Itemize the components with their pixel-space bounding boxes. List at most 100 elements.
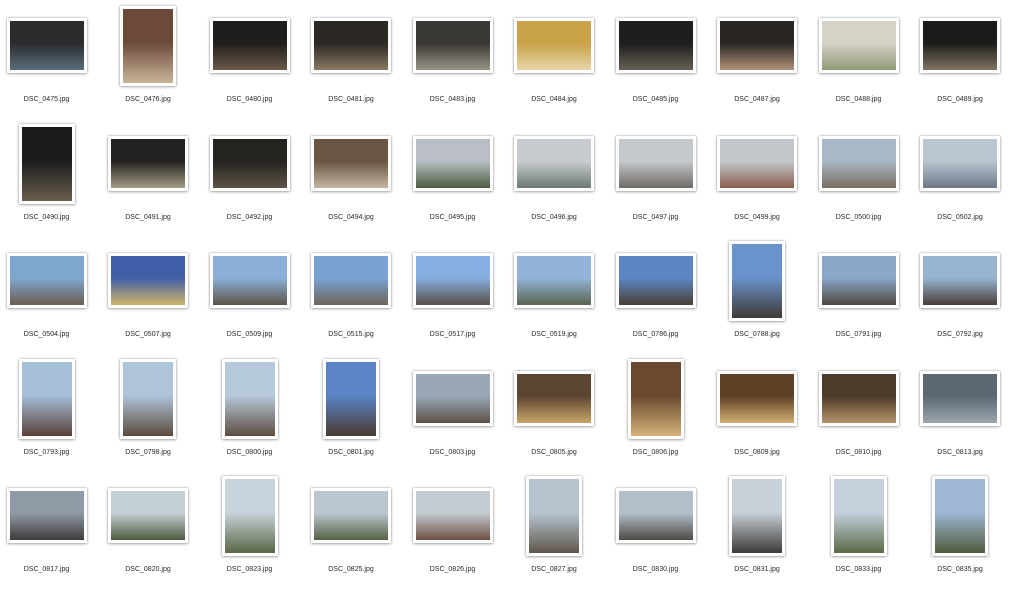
photo-thumbnail[interactable] xyxy=(209,18,290,73)
file-item[interactable]: DSC_0492.jpg xyxy=(199,122,300,239)
file-item[interactable]: DSC_0820.jpg xyxy=(98,474,199,591)
file-item[interactable]: DSC_0497.jpg xyxy=(605,122,706,239)
file-item[interactable]: DSC_0494.jpg xyxy=(301,122,402,239)
file-item[interactable]: DSC_0813.jpg xyxy=(910,357,1011,474)
photo-thumbnail[interactable] xyxy=(514,135,594,191)
photo-thumbnail[interactable] xyxy=(818,253,899,308)
file-item[interactable]: DSC_0517.jpg xyxy=(402,239,503,356)
photo-thumbnail[interactable] xyxy=(6,18,87,73)
photo-thumbnail[interactable] xyxy=(818,18,899,73)
photo-thumbnail[interactable] xyxy=(108,135,188,191)
photo-thumbnail[interactable] xyxy=(526,476,582,556)
file-item[interactable]: DSC_0515.jpg xyxy=(301,239,402,356)
photo-thumbnail[interactable] xyxy=(412,488,493,543)
file-item[interactable]: DSC_0490.jpg xyxy=(0,122,97,239)
file-item[interactable]: DSC_0481.jpg xyxy=(301,4,402,121)
file-item[interactable]: DSC_0496.jpg xyxy=(504,122,605,239)
file-item[interactable]: DSC_0798.jpg xyxy=(98,357,199,474)
photo-thumbnail[interactable] xyxy=(412,253,493,308)
file-item[interactable]: DSC_0810.jpg xyxy=(808,357,909,474)
photo-thumbnail[interactable] xyxy=(615,253,696,308)
photo-thumbnail[interactable] xyxy=(221,476,278,556)
photo-thumbnail[interactable] xyxy=(6,253,87,308)
photo-thumbnail[interactable] xyxy=(120,6,176,86)
file-item[interactable]: DSC_0805.jpg xyxy=(504,357,605,474)
photo-thumbnail[interactable] xyxy=(108,488,188,543)
file-item[interactable]: DSC_0480.jpg xyxy=(199,4,300,121)
file-item[interactable]: DSC_0835.jpg xyxy=(910,474,1011,591)
file-item[interactable]: DSC_0488.jpg xyxy=(808,4,909,121)
file-item[interactable]: DSC_0509.jpg xyxy=(199,239,300,356)
file-item[interactable]: DSC_0476.jpg xyxy=(98,4,199,121)
file-item[interactable]: DSC_0485.jpg xyxy=(605,4,706,121)
file-item[interactable]: DSC_0803.jpg xyxy=(402,357,503,474)
photo-thumbnail[interactable] xyxy=(209,253,290,308)
photo-thumbnail[interactable] xyxy=(818,135,899,191)
file-item[interactable]: DSC_0801.jpg xyxy=(301,357,402,474)
photo-thumbnail[interactable] xyxy=(615,488,696,543)
file-item[interactable]: DSC_0483.jpg xyxy=(402,4,503,121)
file-item[interactable]: DSC_0792.jpg xyxy=(910,239,1011,356)
file-item[interactable]: DSC_0519.jpg xyxy=(504,239,605,356)
photo-thumbnail[interactable] xyxy=(412,370,493,426)
file-item[interactable]: DSC_0499.jpg xyxy=(707,122,808,239)
file-item[interactable]: DSC_0800.jpg xyxy=(199,357,300,474)
file-item[interactable]: DSC_0504.jpg xyxy=(0,239,97,356)
photo-thumbnail[interactable] xyxy=(717,18,797,73)
file-item[interactable]: DSC_0788.jpg xyxy=(707,239,808,356)
file-item[interactable]: DSC_0817.jpg xyxy=(0,474,97,591)
file-item[interactable]: DSC_0502.jpg xyxy=(910,122,1011,239)
photo-thumbnail[interactable] xyxy=(717,370,797,426)
file-item[interactable]: DSC_0793.jpg xyxy=(0,357,97,474)
file-item[interactable]: DSC_0809.jpg xyxy=(707,357,808,474)
photo-thumbnail[interactable] xyxy=(818,370,899,426)
file-item[interactable]: DSC_0487.jpg xyxy=(707,4,808,121)
file-item[interactable]: DSC_0475.jpg xyxy=(0,4,97,121)
file-item[interactable]: DSC_0826.jpg xyxy=(402,474,503,591)
photo-thumbnail[interactable] xyxy=(18,358,75,439)
photo-thumbnail[interactable] xyxy=(209,135,290,191)
file-item[interactable]: DSC_0823.jpg xyxy=(199,474,300,591)
photo-thumbnail[interactable] xyxy=(311,135,391,191)
photo-thumbnail[interactable] xyxy=(221,358,278,439)
file-item[interactable]: DSC_0806.jpg xyxy=(605,357,706,474)
photo-thumbnail[interactable] xyxy=(932,476,988,556)
photo-thumbnail[interactable] xyxy=(514,18,594,73)
file-item[interactable]: DSC_0491.jpg xyxy=(98,122,199,239)
file-item[interactable]: DSC_0786.jpg xyxy=(605,239,706,356)
photo-thumbnail[interactable] xyxy=(323,358,379,439)
photo-thumbnail[interactable] xyxy=(514,253,594,308)
file-item[interactable]: DSC_0484.jpg xyxy=(504,4,605,121)
photo-thumbnail[interactable] xyxy=(717,135,797,191)
photo-thumbnail[interactable] xyxy=(615,18,696,73)
photo-thumbnail[interactable] xyxy=(120,358,176,439)
photo-thumbnail[interactable] xyxy=(920,18,1000,73)
photo-thumbnail[interactable] xyxy=(311,18,391,73)
photo-thumbnail[interactable] xyxy=(514,370,594,426)
photo-thumbnail[interactable] xyxy=(920,370,1000,426)
photo-thumbnail[interactable] xyxy=(729,241,785,321)
file-item[interactable]: DSC_0825.jpg xyxy=(301,474,402,591)
photo-thumbnail[interactable] xyxy=(627,358,684,439)
photo-thumbnail[interactable] xyxy=(18,123,75,204)
photo-thumbnail[interactable] xyxy=(311,253,391,308)
file-item[interactable]: DSC_0495.jpg xyxy=(402,122,503,239)
photo-thumbnail[interactable] xyxy=(412,18,493,73)
photo-thumbnail[interactable] xyxy=(311,488,391,543)
file-item[interactable]: DSC_0791.jpg xyxy=(808,239,909,356)
file-item[interactable]: DSC_0827.jpg xyxy=(504,474,605,591)
photo-thumbnail[interactable] xyxy=(615,135,696,191)
photo-thumbnail[interactable] xyxy=(830,476,887,556)
file-item[interactable]: DSC_0507.jpg xyxy=(98,239,199,356)
photo-thumbnail[interactable] xyxy=(412,135,493,191)
file-item[interactable]: DSC_0830.jpg xyxy=(605,474,706,591)
photo-thumbnail[interactable] xyxy=(6,488,87,543)
file-item[interactable]: DSC_0500.jpg xyxy=(808,122,909,239)
photo-thumbnail[interactable] xyxy=(920,253,1000,308)
photo-thumbnail[interactable] xyxy=(920,135,1000,191)
file-item[interactable]: DSC_0831.jpg xyxy=(707,474,808,591)
file-item[interactable]: DSC_0489.jpg xyxy=(910,4,1011,121)
photo-thumbnail[interactable] xyxy=(108,253,188,308)
photo-thumbnail[interactable] xyxy=(729,476,785,556)
file-item[interactable]: DSC_0833.jpg xyxy=(808,474,909,591)
